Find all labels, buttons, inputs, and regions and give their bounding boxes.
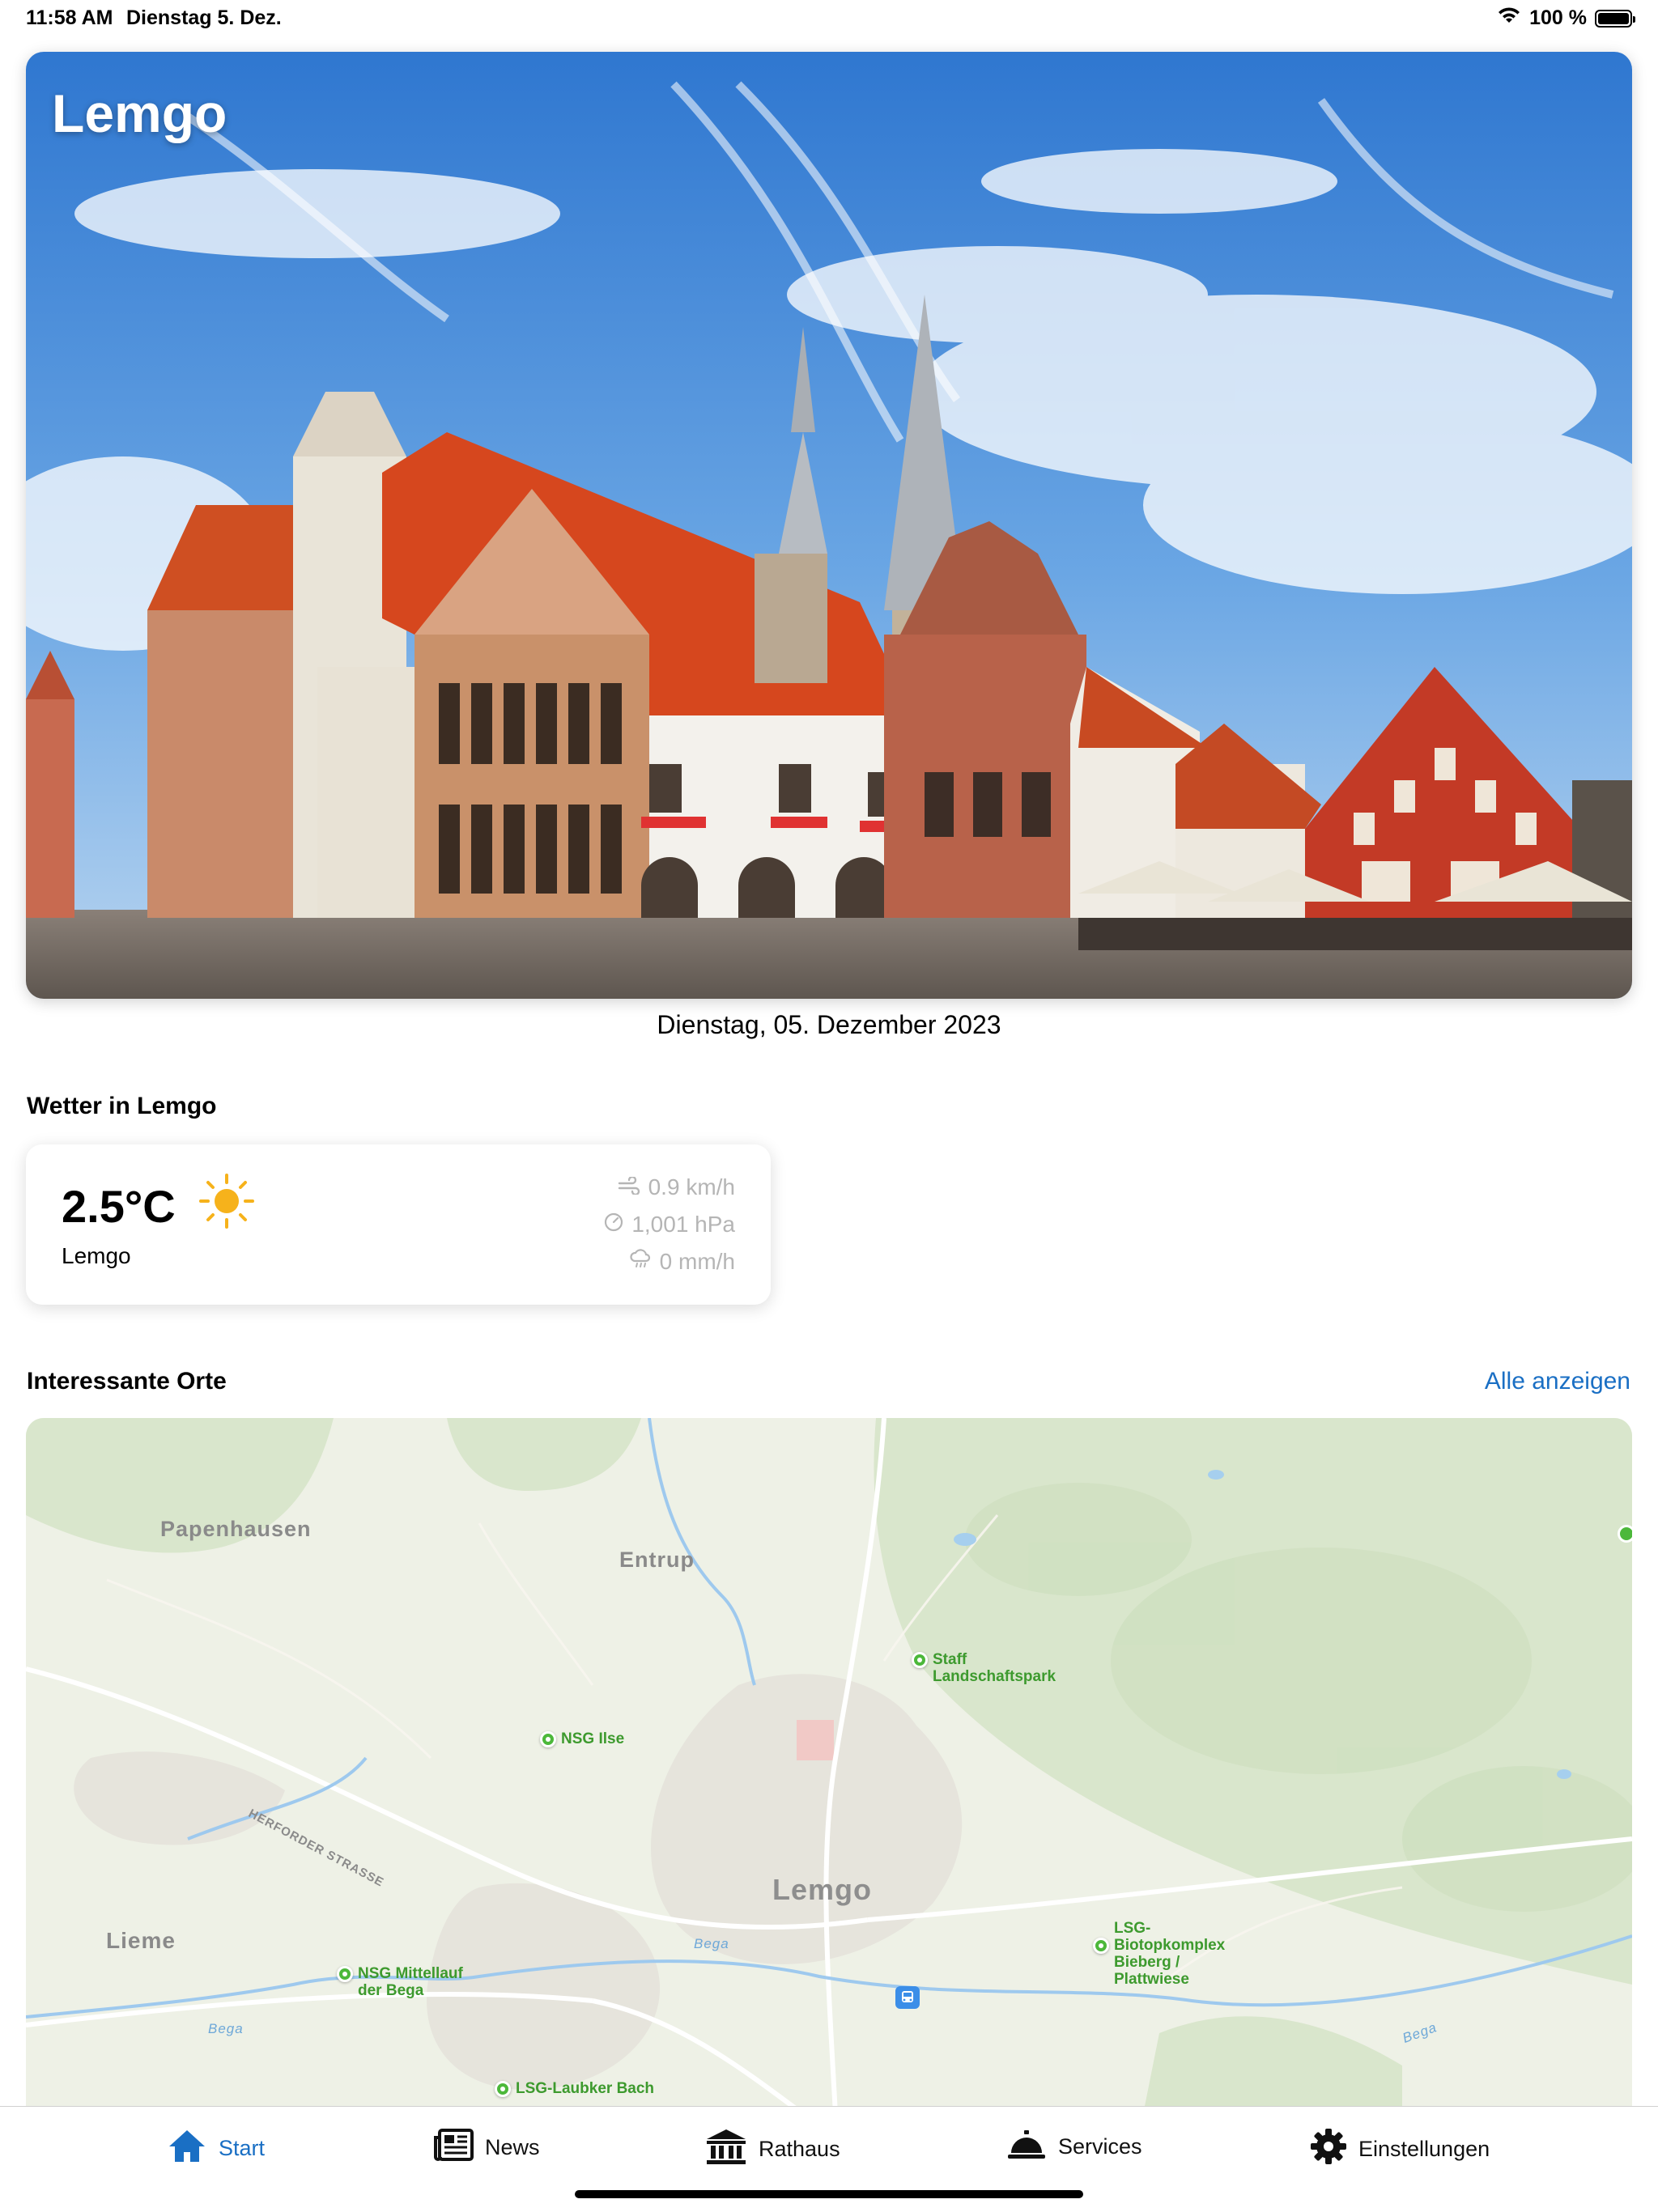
status-right: 100 % xyxy=(1497,6,1635,30)
tab-services[interactable]: Services xyxy=(1006,2128,1142,2166)
tab-news[interactable]: News xyxy=(433,2128,540,2167)
service-bell-icon xyxy=(1006,2128,1047,2166)
home-icon xyxy=(167,2128,207,2169)
rain-cloud-icon xyxy=(629,1243,652,1280)
current-date: Dienstag, 05. Dezember 2023 xyxy=(657,1010,1001,1039)
map-label-lieme: Lieme xyxy=(106,1928,176,1953)
rain-row: 0 mm/h xyxy=(604,1243,735,1280)
hero-image: Lemgo xyxy=(26,52,1632,999)
tab-label: Services xyxy=(1058,2134,1142,2159)
wind-icon xyxy=(618,1169,640,1206)
sun-icon xyxy=(198,1172,256,1234)
poi-marker[interactable]: Staff Landschaftspark xyxy=(912,1651,1056,1685)
weather-card[interactable]: 2.5°C Lemgo 0.9 km/h 1,001 hPa 0 mm/h xyxy=(26,1144,771,1305)
poi-marker[interactable]: LSG-Laubker Bach xyxy=(495,2080,654,2097)
map-label-lemgo: Lemgo xyxy=(772,1873,873,1906)
poi-label: Staff Landschaftspark xyxy=(933,1651,1056,1685)
city-title: Lemgo xyxy=(52,83,227,143)
show-all-link[interactable]: Alle anzeigen xyxy=(1485,1368,1630,1395)
temperature: 2.5°C xyxy=(62,1181,176,1232)
poi-pin-icon[interactable] xyxy=(1618,1525,1632,1543)
tab-start[interactable]: Start xyxy=(167,2128,265,2169)
wind-row: 0.9 km/h xyxy=(604,1169,735,1206)
tab-rathaus[interactable]: Rathaus xyxy=(705,2128,840,2171)
poi-marker[interactable]: NSG Mittellauf der Bega xyxy=(337,1965,463,1999)
places-section-title: Interessante Orte xyxy=(27,1368,227,1395)
tab-label: Einstellungen xyxy=(1358,2137,1490,2161)
poi-label: LSG- Biotopkomplex Bieberg / Plattwiese xyxy=(1114,1920,1226,1988)
map-label-entrup: Entrup xyxy=(619,1548,695,1572)
pressure-row: 1,001 hPa xyxy=(604,1206,735,1243)
weather-section-title: Wetter in Lemgo xyxy=(27,1093,217,1119)
battery-icon xyxy=(1595,9,1635,28)
tab-label: Rathaus xyxy=(759,2137,840,2161)
newspaper-icon xyxy=(433,2128,474,2167)
battery-percent: 100 % xyxy=(1529,6,1587,29)
poi-label: NSG Mittellauf der Bega xyxy=(358,1965,463,1999)
poi-pin-icon xyxy=(1093,1938,1109,1954)
tab-label: News xyxy=(485,2135,540,2159)
status-bar: 11:58 AM Dienstag 5. Dez. 100 % xyxy=(0,0,1658,40)
townhall-icon xyxy=(705,2128,747,2171)
poi-label: LSG-Laubker Bach xyxy=(516,2080,655,2097)
status-date: Dienstag 5. Dez. xyxy=(126,6,282,29)
gear-icon xyxy=(1310,2128,1347,2171)
map-label-bega-2: Bega xyxy=(208,2021,244,2036)
town-hall-photo xyxy=(26,52,1632,999)
map-label-papenhausen: Papenhausen xyxy=(160,1517,312,1541)
weather-place: Lemgo xyxy=(62,1243,131,1268)
poi-marker[interactable]: NSG Ilse xyxy=(540,1730,624,1747)
wind-speed: 0.9 km/h xyxy=(648,1174,735,1199)
tab-einstellungen[interactable]: Einstellungen xyxy=(1310,2128,1490,2171)
poi-pin-icon xyxy=(912,1652,928,1668)
poi-marker[interactable]: LSG- Biotopkomplex Bieberg / Plattwiese xyxy=(1093,1920,1225,1988)
poi-pin-icon xyxy=(495,2081,511,2097)
poi-label: NSG Ilse xyxy=(561,1730,625,1747)
bus-stop-icon[interactable] xyxy=(895,1986,920,2009)
poi-pin-icon xyxy=(337,1966,353,1982)
places-map[interactable]: Papenhausen Entrup Lieme Lemgo HERFORDER… xyxy=(26,1418,1632,2114)
home-indicator[interactable] xyxy=(575,2190,1083,2198)
precipitation: 0 mm/h xyxy=(659,1249,735,1274)
poi-pin-icon xyxy=(540,1731,556,1747)
gauge-icon xyxy=(604,1206,623,1243)
air-pressure: 1,001 hPa xyxy=(631,1212,735,1237)
weather-details: 0.9 km/h 1,001 hPa 0 mm/h xyxy=(604,1169,735,1280)
status-time: 11:58 AM xyxy=(26,6,113,29)
map-label-bega-1: Bega xyxy=(694,1936,729,1951)
tab-label: Start xyxy=(219,2136,266,2160)
wifi-icon xyxy=(1497,6,1521,30)
